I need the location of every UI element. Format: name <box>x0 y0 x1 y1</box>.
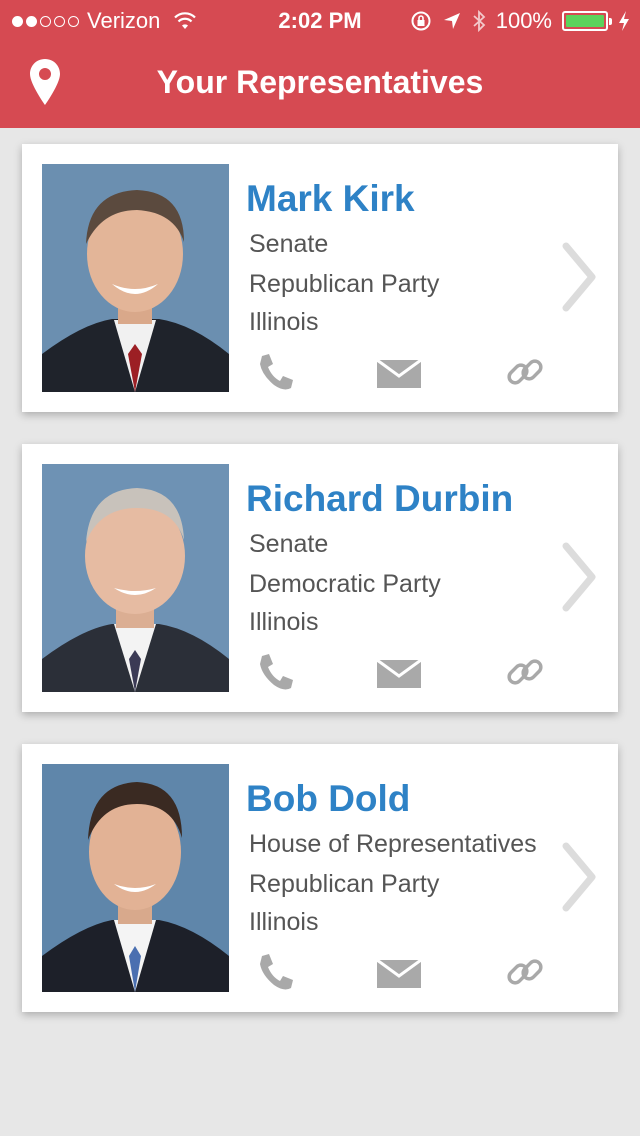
representative-card[interactable]: Bob Dold House of Representatives Republ… <box>22 744 618 1012</box>
status-right: 100% <box>410 8 630 34</box>
representative-card[interactable]: Richard Durbin Senate Democratic Party I… <box>22 444 618 712</box>
representative-chamber: Senate <box>249 530 329 558</box>
link-icon[interactable] <box>506 352 544 392</box>
app-header: Verizon 2:02 PM 100% Your Representative… <box>0 0 640 128</box>
representative-name[interactable]: Mark Kirk <box>246 178 415 220</box>
chevron-right-icon[interactable] <box>560 542 598 612</box>
representative-name[interactable]: Richard Durbin <box>246 478 513 520</box>
representative-party: Republican Party <box>249 870 440 898</box>
status-bar: Verizon 2:02 PM 100% <box>0 0 640 40</box>
phone-icon[interactable] <box>256 952 294 992</box>
charging-bolt-icon <box>619 11 629 31</box>
battery-percent: 100% <box>495 8 552 33</box>
mail-icon[interactable] <box>376 952 422 992</box>
link-icon[interactable] <box>506 952 544 992</box>
representative-party: Republican Party <box>249 270 440 298</box>
bluetooth-icon <box>473 9 486 33</box>
representative-state: Illinois <box>249 308 319 336</box>
representative-party: Democratic Party <box>249 570 441 598</box>
link-icon[interactable] <box>506 652 544 692</box>
mail-icon[interactable] <box>376 352 422 392</box>
representative-photo <box>42 464 229 692</box>
representative-card[interactable]: Mark Kirk Senate Republican Party Illino… <box>22 144 618 412</box>
chevron-right-icon[interactable] <box>560 242 598 312</box>
mail-icon[interactable] <box>376 652 422 692</box>
page-title: Your Representatives <box>156 64 484 100</box>
orientation-lock-icon <box>411 11 431 31</box>
battery-icon <box>562 11 612 31</box>
location-arrow-icon <box>443 13 460 29</box>
representative-name[interactable]: Bob Dold <box>246 778 410 820</box>
representative-state: Illinois <box>249 608 319 636</box>
representative-state: Illinois <box>249 908 319 936</box>
phone-icon[interactable] <box>256 352 294 392</box>
representative-chamber: House of Representatives <box>249 830 537 858</box>
representative-chamber: Senate <box>249 230 329 258</box>
representative-photo <box>42 164 229 392</box>
chevron-right-icon[interactable] <box>560 842 598 912</box>
representative-photo <box>42 764 229 992</box>
phone-icon[interactable] <box>256 652 294 692</box>
